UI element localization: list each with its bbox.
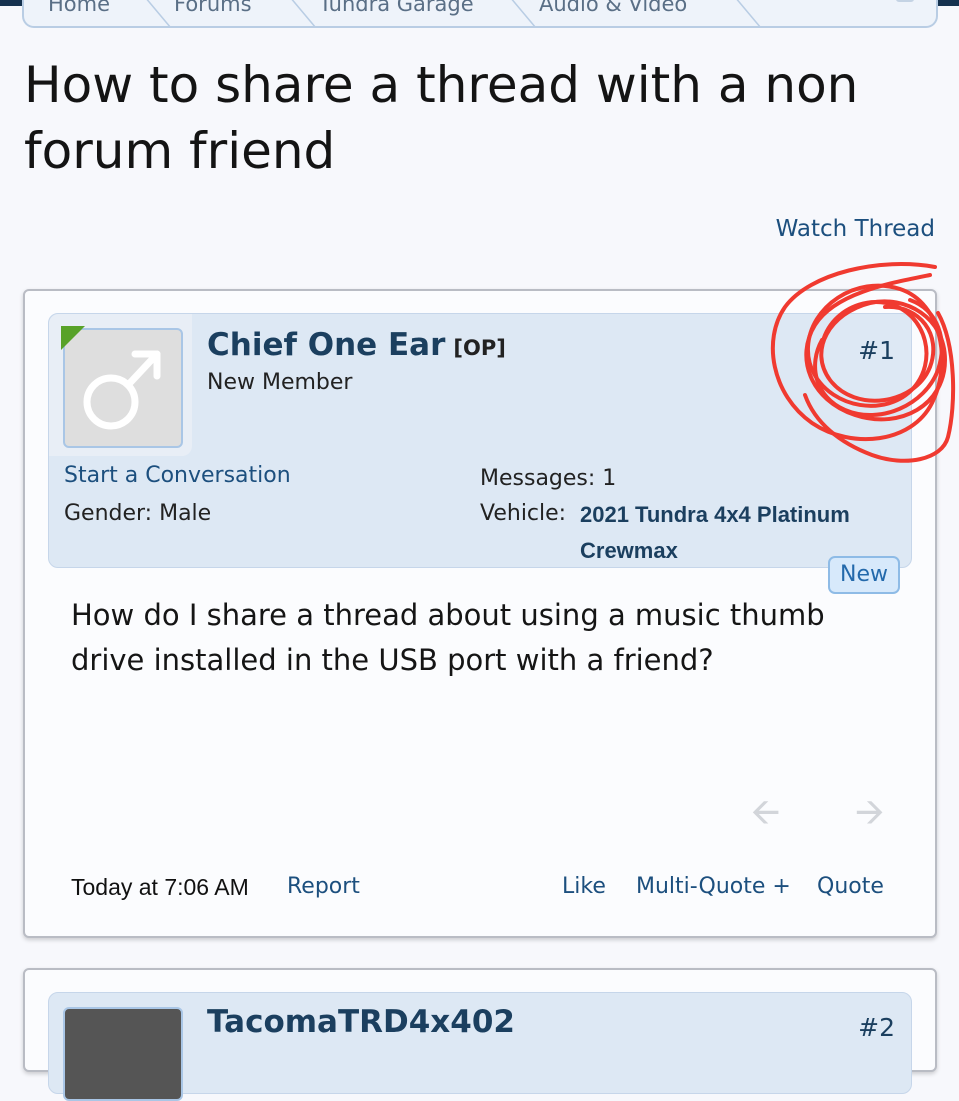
user-info-panel: TacomaTRD4x402 #2 (48, 992, 912, 1101)
gender-field: Gender: Male (64, 501, 212, 526)
username-text[interactable]: Chief One Ear (207, 327, 445, 363)
arrow-left-icon[interactable]: 🡨 (751, 786, 780, 847)
post-message: How do I share a thread about using a mu… (71, 598, 825, 677)
post-number-link[interactable]: #2 (858, 1013, 895, 1042)
post-1: Chief One Ear [OP] New Member #1 Start a … (23, 289, 937, 938)
avatar-container (49, 314, 192, 456)
post-date[interactable]: Today at 7:06 AM (71, 874, 249, 901)
breadcrumb: Home Forums Tundra Garage Audio & Video (22, 0, 938, 28)
new-badge: New (828, 556, 900, 594)
report-link[interactable]: Report (287, 874, 360, 899)
breadcrumb-separator (129, 0, 171, 26)
multi-quote-link[interactable]: Multi-Quote + (636, 874, 791, 899)
breadcrumb-separator (719, 0, 761, 26)
start-conversation-link[interactable]: Start a Conversation (64, 463, 291, 488)
breadcrumb-forums[interactable]: Forums (174, 0, 252, 16)
post-number-link[interactable]: #1 (858, 336, 895, 365)
watch-thread-link[interactable]: Watch Thread (776, 216, 935, 242)
online-indicator-icon (61, 326, 85, 350)
avatar[interactable] (63, 1007, 183, 1101)
post-author[interactable]: TacomaTRD4x402 (207, 1004, 515, 1040)
like-link[interactable]: Like (562, 874, 606, 899)
quote-link[interactable]: Quote (817, 874, 884, 899)
breadcrumb-tundra-garage[interactable]: Tundra Garage (319, 0, 474, 16)
post-2: TacomaTRD4x402 #2 (23, 968, 937, 1101)
vehicle-label: Vehicle: (480, 501, 567, 526)
breadcrumb-home[interactable]: Home (48, 0, 110, 16)
breadcrumb-audio-video[interactable]: Audio & Video (539, 0, 687, 16)
breadcrumb-separator (494, 0, 536, 26)
arrow-right-icon[interactable]: 🡪 (855, 786, 884, 847)
post-author[interactable]: Chief One Ear [OP] (207, 327, 506, 363)
breadcrumb-jump-icon[interactable] (896, 0, 914, 2)
page-title: How to share a thread with a non forum f… (24, 56, 859, 180)
op-tag: [OP] (453, 336, 506, 360)
user-info-panel: Chief One Ear [OP] New Member #1 Start a … (48, 313, 912, 568)
breadcrumb-separator (274, 0, 316, 26)
user-title: New Member (207, 370, 353, 395)
messages-count: Messages: 1 (480, 466, 617, 491)
